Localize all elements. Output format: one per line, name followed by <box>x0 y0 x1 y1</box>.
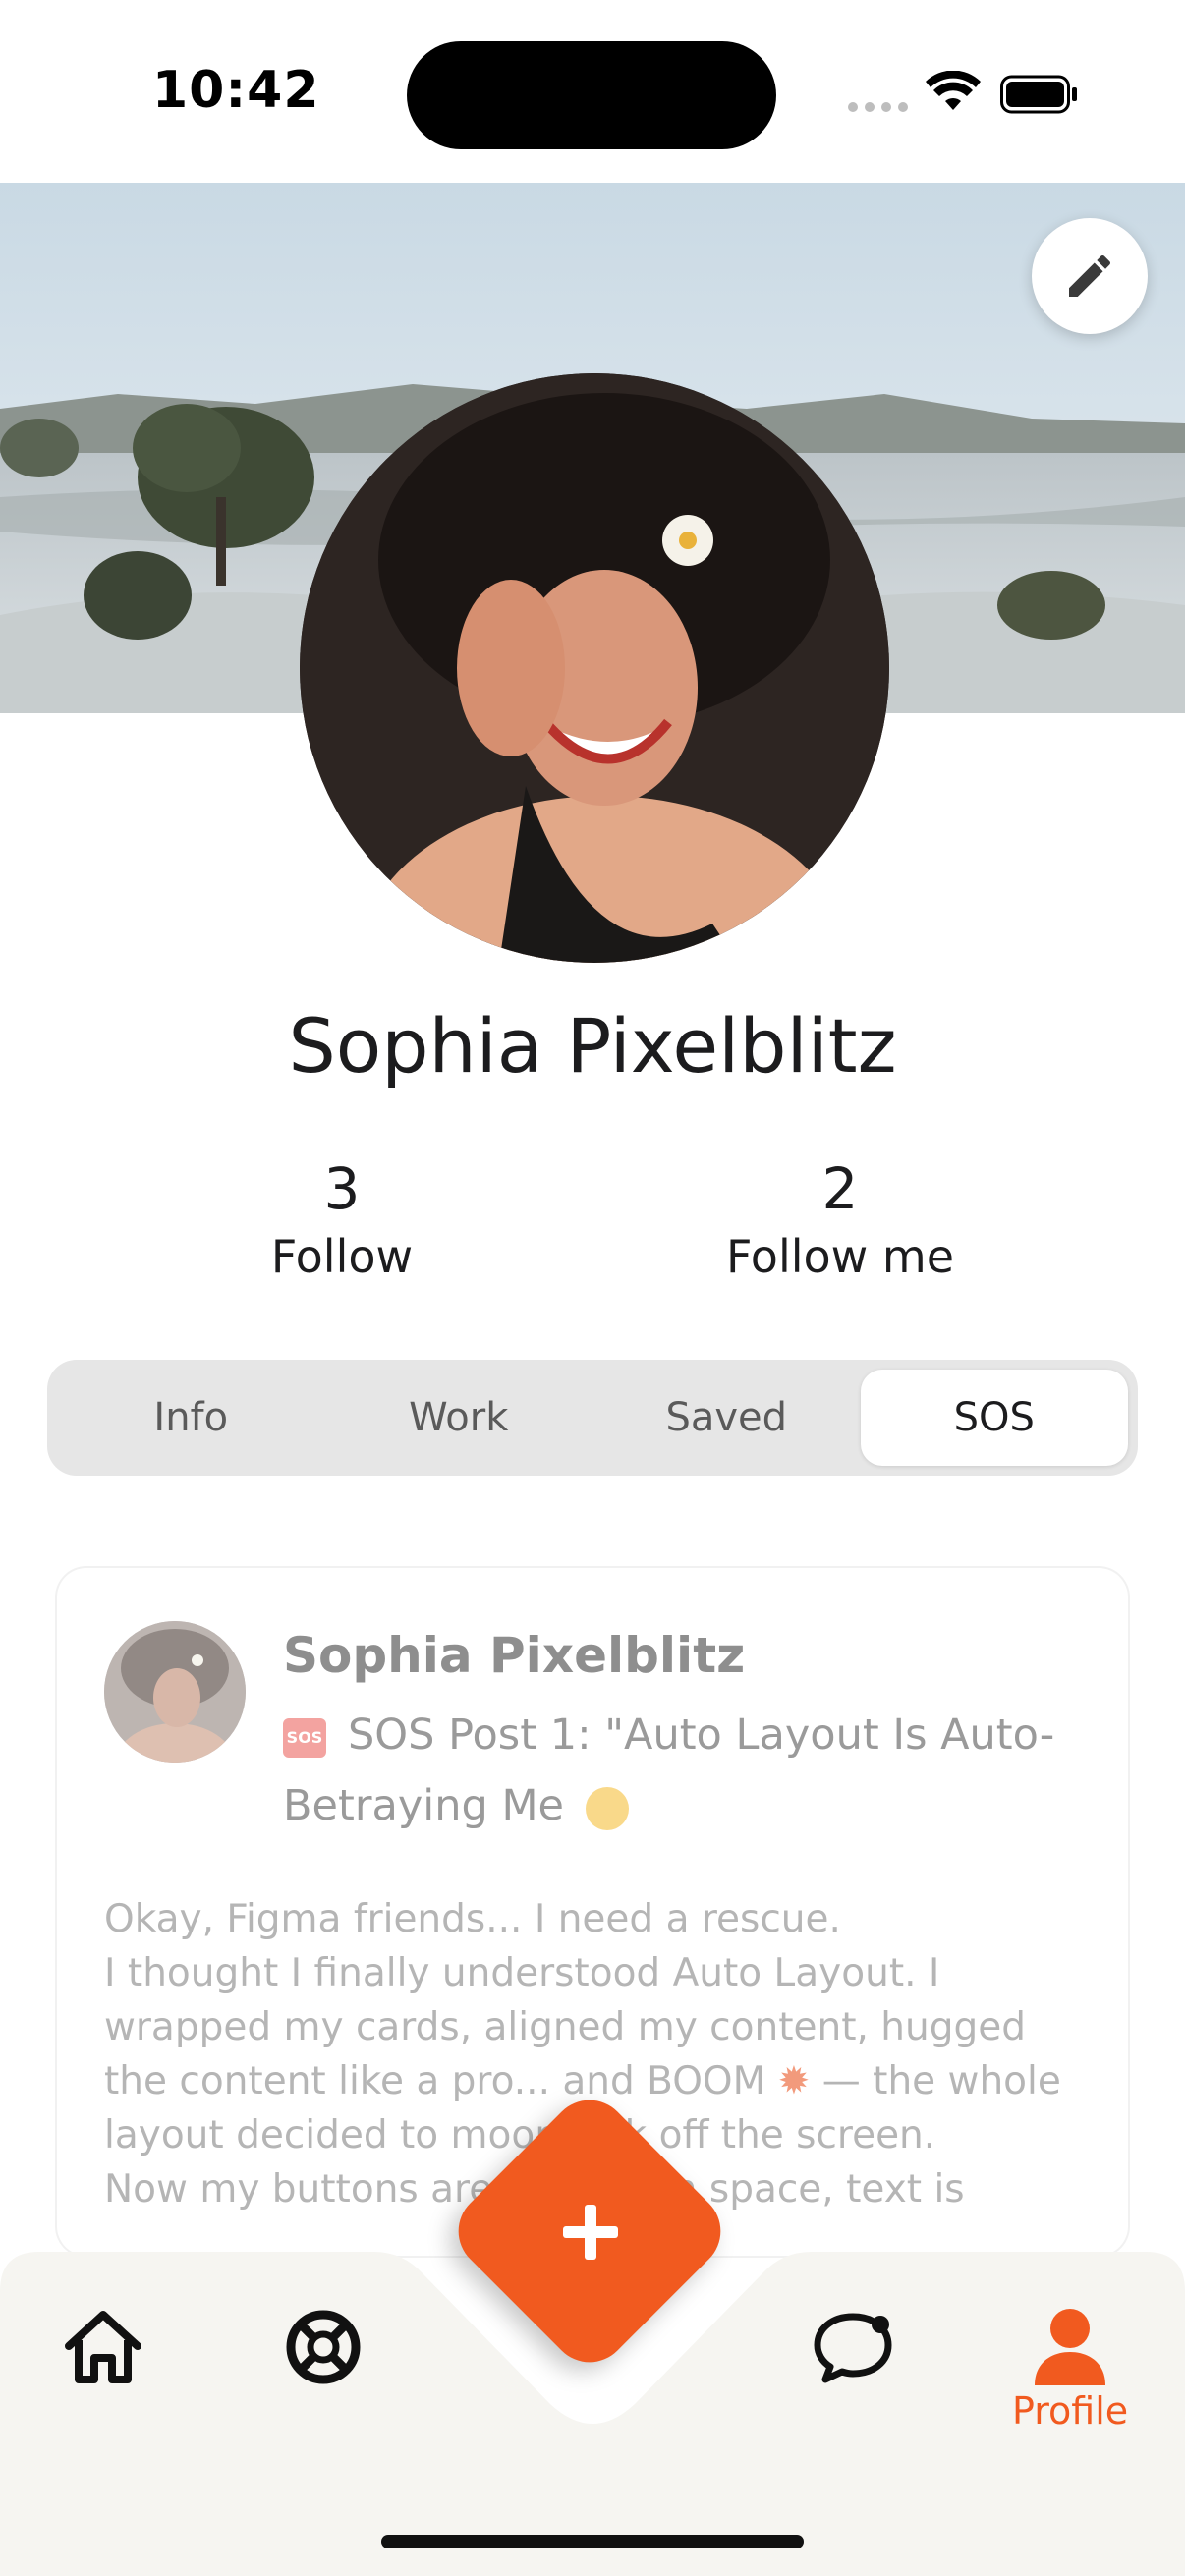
post-title-line2: Betraying Me <box>283 1781 565 1830</box>
nav-messages[interactable] <box>812 2309 894 2385</box>
pencil-icon <box>1069 254 1111 297</box>
post-body-line-part: — the whole <box>821 2059 1061 2103</box>
followers-stat[interactable]: 2 Follow me <box>663 1155 1017 1283</box>
person-icon <box>1035 2309 1106 2385</box>
sos-badge-icon: SOS <box>283 1717 326 1758</box>
following-count: 3 <box>323 1155 361 1222</box>
cellular-signal-icon <box>848 102 908 112</box>
post-author-avatar[interactable] <box>104 1621 246 1763</box>
dynamic-island <box>407 41 776 149</box>
nav-profile[interactable]: Profile <box>1012 2307 1128 2433</box>
tab-sos[interactable]: SOS <box>860 1370 1128 1466</box>
home-indicator <box>381 2535 804 2548</box>
tab-work[interactable]: Work <box>325 1370 593 1466</box>
lifebuoy-icon <box>286 2310 361 2384</box>
collision-icon: ✹ <box>777 2059 811 2103</box>
profile-tabs: Info Work Saved SOS <box>47 1360 1138 1476</box>
wifi-icon <box>926 71 981 110</box>
tab-info[interactable]: Info <box>57 1370 325 1466</box>
nav-profile-label: Profile <box>1012 2389 1129 2433</box>
nav-home[interactable] <box>61 2307 145 2385</box>
nav-sos-help[interactable] <box>285 2309 362 2385</box>
post-title-line1: SOS Post 1: "Auto Layout Is Auto- <box>348 1710 1055 1760</box>
tab-saved[interactable]: Saved <box>592 1370 861 1466</box>
plus-icon <box>544 2186 637 2278</box>
followers-label: Follow me <box>725 1230 955 1283</box>
edit-profile-button[interactable] <box>1032 218 1148 334</box>
following-stat[interactable]: 3 Follow <box>165 1155 519 1283</box>
following-label: Follow <box>270 1230 414 1283</box>
post-title: SOS SOS Post 1: "Auto Layout Is Auto- Bet… <box>283 1700 1099 1841</box>
weary-face-icon <box>585 1786 629 1830</box>
status-bar: 10:42 <box>0 0 1185 183</box>
followers-count: 2 <box>821 1155 859 1222</box>
battery-icon <box>1000 75 1077 114</box>
avatar[interactable] <box>300 373 889 963</box>
home-icon <box>65 2311 141 2383</box>
post-body-line: Okay, Figma friends... I need a rescue. <box>104 1897 841 1941</box>
post-body-line: I thought I finally understood Auto Layo… <box>104 1951 940 1995</box>
post-body-line: wrapped my cards, aligned my content, hu… <box>104 2005 1026 2049</box>
profile-name: Sophia Pixelblitz <box>288 1002 897 1090</box>
post-body-line-part: the content like a pro... and BOOM <box>104 2059 766 2103</box>
chat-bubble-icon <box>814 2313 892 2383</box>
post-author-name[interactable]: Sophia Pixelblitz <box>283 1627 745 1684</box>
status-time: 10:42 <box>152 61 320 120</box>
post-body-line: the content like a pro... and BOOM ✹ — t… <box>104 2054 1097 2108</box>
